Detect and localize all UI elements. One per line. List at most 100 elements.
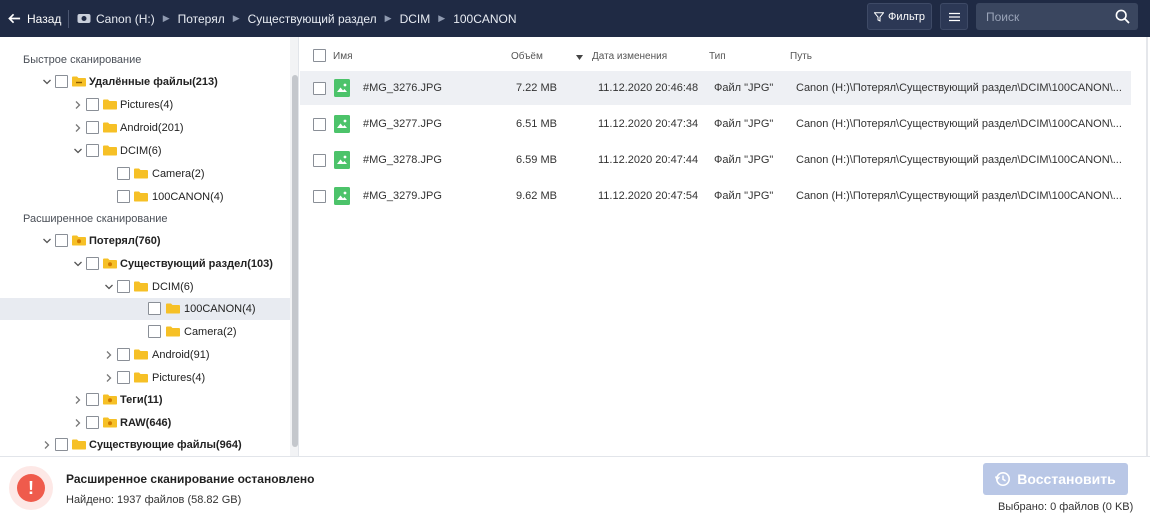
tree-item-label: Существующие файлы(964) <box>89 439 242 451</box>
list-scrollbar[interactable] <box>1146 37 1148 456</box>
file-name: #MG_3279.JPG <box>363 190 442 202</box>
breadcrumb-drive[interactable]: Canon (H:) <box>77 12 155 26</box>
chevron-right-icon[interactable] <box>104 350 114 360</box>
folder-icon <box>103 99 117 110</box>
tree-item-pictures[interactable]: Pictures(4) <box>0 94 290 116</box>
file-type: Файл "JPG" <box>714 154 774 166</box>
search-icon[interactable] <box>1115 9 1130 24</box>
checkbox[interactable] <box>86 393 99 406</box>
column-size[interactable]: Объём <box>511 51 543 62</box>
filter-icon <box>874 11 885 22</box>
tree-item-deleted-files[interactable]: Удалённые файлы(213) <box>0 71 290 93</box>
tree-item-android[interactable]: Android(201) <box>0 117 290 139</box>
chevron-down-icon[interactable] <box>73 146 83 156</box>
breadcrumb-lost[interactable]: Потерял <box>178 12 225 26</box>
tree-item-raw[interactable]: RAW(646) <box>0 412 290 434</box>
list-header: Имя Объём Дата изменения Тип Путь <box>300 37 1148 71</box>
recover-button[interactable]: Восстановить <box>983 463 1128 495</box>
file-type: Файл "JPG" <box>714 190 774 202</box>
folder-icon <box>103 145 117 156</box>
tree-item-lost[interactable]: Потерял(760) <box>0 230 290 252</box>
tree-item-label: Pictures(4) <box>152 372 206 384</box>
checkbox[interactable] <box>86 98 99 111</box>
checkbox[interactable] <box>117 167 130 180</box>
checkbox[interactable] <box>55 75 68 88</box>
checkbox[interactable] <box>117 348 130 361</box>
file-size: 7.22 MB <box>516 82 557 94</box>
checkbox[interactable] <box>148 302 161 315</box>
image-file-icon <box>334 187 350 205</box>
tree-item-pictures-adv[interactable]: Pictures(4) <box>0 367 290 389</box>
tree-scrollbar-thumb[interactable] <box>292 75 298 447</box>
file-row[interactable]: #MG_3278.JPG 6.59 MB 11.12.2020 20:47:44… <box>300 143 1131 177</box>
file-row[interactable]: #MG_3279.JPG 9.62 MB 11.12.2020 20:47:54… <box>300 179 1131 213</box>
chevron-right-icon[interactable] <box>42 440 52 450</box>
checkbox[interactable] <box>148 325 161 338</box>
chevron-down-icon[interactable] <box>42 77 52 87</box>
chevron-down-icon[interactable] <box>42 236 52 246</box>
folder-icon <box>134 191 148 202</box>
checkbox[interactable] <box>55 234 68 247</box>
checkbox[interactable] <box>86 144 99 157</box>
chevron-right-icon: ▶ <box>162 13 170 23</box>
checkbox[interactable] <box>86 257 99 270</box>
tree-item-label: Существующий раздел(103) <box>120 258 273 270</box>
checkbox[interactable] <box>86 416 99 429</box>
checkbox[interactable] <box>55 438 68 451</box>
filter-button[interactable]: Фильтр <box>867 3 932 30</box>
file-row[interactable]: #MG_3276.JPG 7.22 MB 11.12.2020 20:46:48… <box>300 71 1131 105</box>
status-bar: ! Расширенное сканирование остановлено Н… <box>0 456 1150 521</box>
row-checkbox[interactable] <box>313 118 326 131</box>
drive-icon <box>77 14 91 23</box>
tree-item-100canon-adv[interactable]: 100CANON(4) <box>0 298 290 320</box>
row-checkbox[interactable] <box>313 154 326 167</box>
file-date: 11.12.2020 20:47:54 <box>598 190 699 202</box>
search-box <box>976 3 1138 30</box>
folder-icon <box>166 326 180 337</box>
scan-stopped-icon: ! <box>9 466 53 510</box>
chevron-right-icon[interactable] <box>73 418 83 428</box>
checkbox[interactable] <box>117 280 130 293</box>
tree-item-existing-partition[interactable]: Существующий раздел(103) <box>0 253 290 275</box>
chevron-down-icon[interactable] <box>104 282 114 292</box>
chevron-down-icon[interactable] <box>73 259 83 269</box>
select-all-checkbox[interactable] <box>313 49 326 62</box>
checkbox[interactable] <box>86 121 99 134</box>
breadcrumb-partition[interactable]: Существующий раздел <box>248 12 377 26</box>
column-type[interactable]: Тип <box>709 51 726 62</box>
chevron-right-icon[interactable] <box>104 373 114 383</box>
image-file-icon <box>334 79 350 97</box>
arrow-left-icon <box>8 13 21 24</box>
tree-item-camera-adv[interactable]: Camera(2) <box>0 321 290 343</box>
file-size: 9.62 MB <box>516 190 557 202</box>
tree-item-dcim-adv[interactable]: DCIM(6) <box>0 276 290 298</box>
search-input[interactable] <box>976 9 1106 24</box>
tree-item-android-adv[interactable]: Android(91) <box>0 344 290 366</box>
tree-item-tags[interactable]: Теги(11) <box>0 389 290 411</box>
column-date[interactable]: Дата изменения <box>592 51 667 62</box>
checkbox[interactable] <box>117 371 130 384</box>
file-row[interactable]: #MG_3277.JPG 6.51 MB 11.12.2020 20:47:34… <box>300 107 1131 141</box>
file-list-panel: Имя Объём Дата изменения Тип Путь #MG_32… <box>300 37 1148 456</box>
column-path[interactable]: Путь <box>790 51 812 62</box>
tree-item-camera[interactable]: Camera(2) <box>0 163 290 185</box>
chevron-right-icon[interactable] <box>73 395 83 405</box>
quick-scan-heading: Быстрое сканирование <box>23 54 142 66</box>
column-name[interactable]: Имя <box>333 51 352 62</box>
tree-item-dcim[interactable]: DCIM(6) <box>0 140 290 162</box>
checkbox[interactable] <box>117 190 130 203</box>
breadcrumb-100canon[interactable]: 100CANON <box>453 12 516 26</box>
folder-icon <box>72 439 86 450</box>
folder-icon <box>166 303 180 314</box>
breadcrumb-dcim[interactable]: DCIM <box>400 12 431 26</box>
row-checkbox[interactable] <box>313 190 326 203</box>
menu-button[interactable] <box>940 3 968 30</box>
chevron-right-icon[interactable] <box>73 123 83 133</box>
file-path: Canon (H:)\Потерял\Существующий раздел\D… <box>796 190 1122 202</box>
chevron-right-icon[interactable] <box>73 100 83 110</box>
tree-item-100canon[interactable]: 100CANON(4) <box>0 186 290 208</box>
tree-item-label: Camera(2) <box>184 326 237 338</box>
row-checkbox[interactable] <box>313 82 326 95</box>
tree-item-existing-files[interactable]: Существующие файлы(964) <box>0 434 290 456</box>
back-button[interactable]: Назад <box>0 0 66 37</box>
